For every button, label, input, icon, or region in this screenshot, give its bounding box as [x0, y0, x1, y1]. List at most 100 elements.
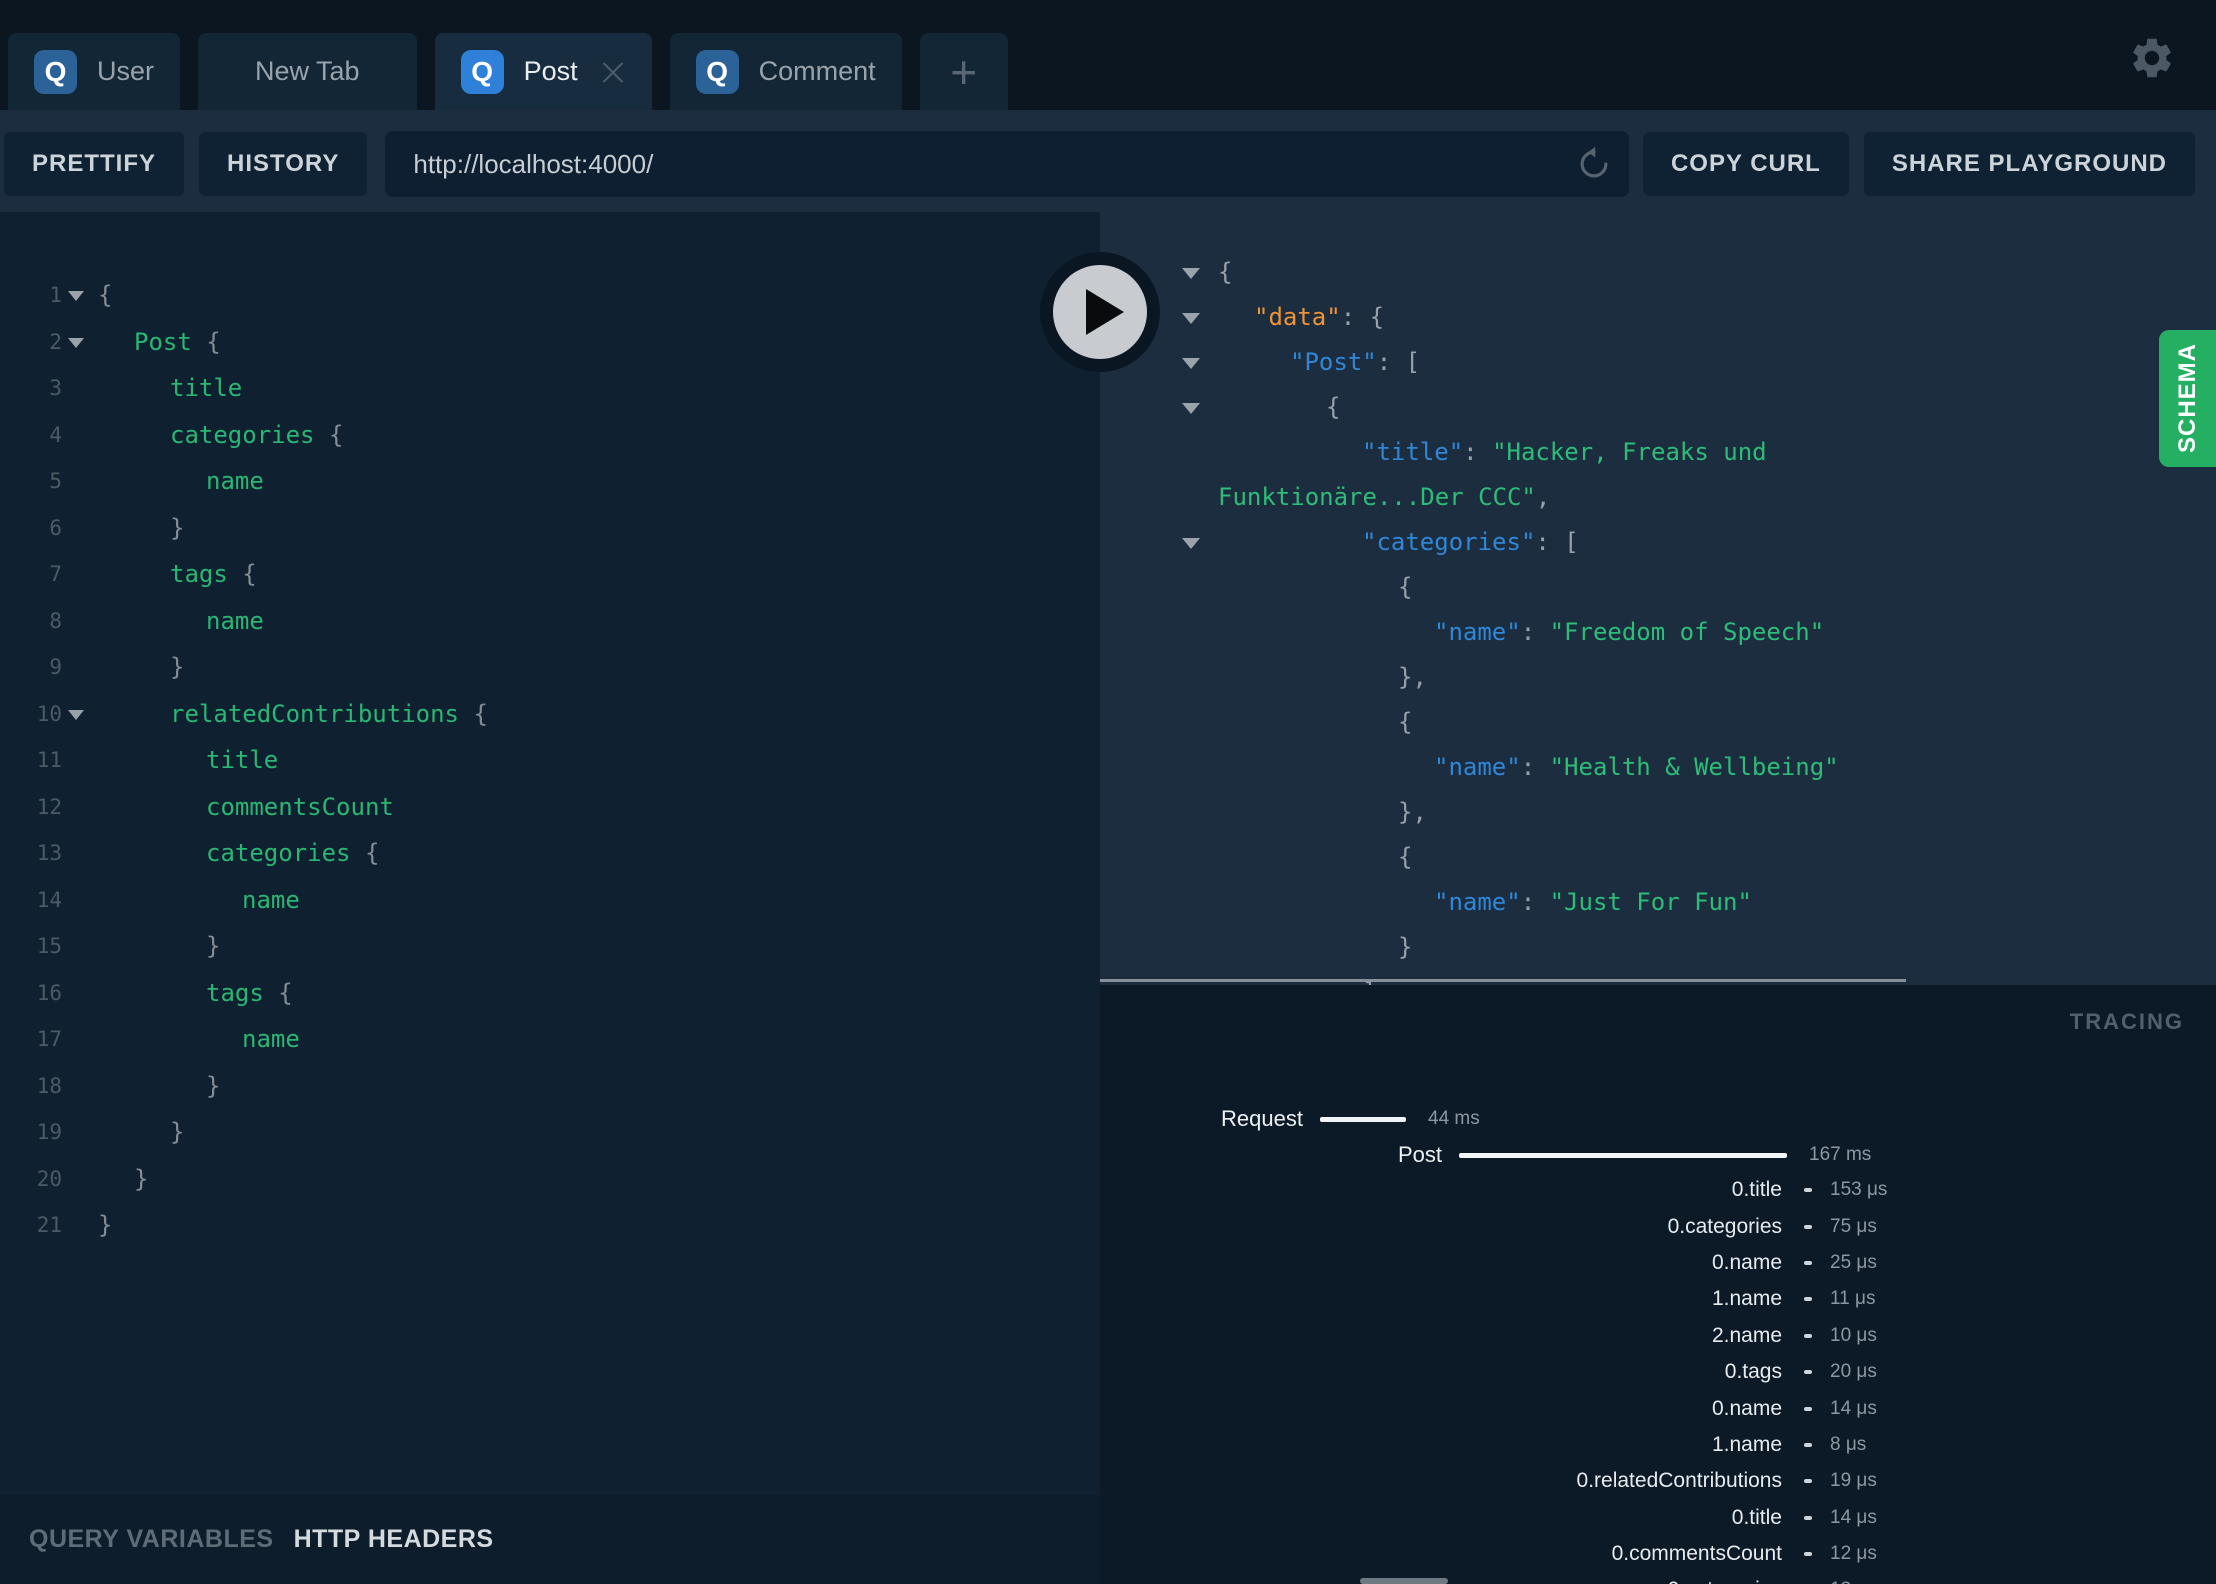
response-horizontal-scrollbar[interactable]	[1100, 979, 1906, 982]
response-code: "categories": [	[1362, 528, 1579, 556]
line-number: 8	[49, 608, 62, 633]
collapse-arrow-icon[interactable]	[1182, 313, 1200, 324]
editor-code: }	[170, 513, 185, 542]
fold-arrow-icon[interactable]	[68, 337, 84, 348]
tab-new-tab[interactable]: New Tab	[198, 33, 417, 110]
history-button[interactable]: HISTORY	[199, 132, 368, 196]
trace-resolver-duration: 11 μs	[1830, 1288, 1876, 1310]
line-number: 10	[36, 701, 62, 726]
tab-label: Post	[523, 56, 578, 86]
collapse-arrow-icon[interactable]	[1182, 268, 1200, 279]
trace-resolver-dash	[1804, 1442, 1812, 1447]
line-number: 12	[36, 794, 62, 819]
query-editor[interactable]: 1{2 Post {3 title 4 categories {5 name 6} 7 tags…	[0, 212, 1100, 1495]
editor-code: name	[206, 606, 264, 635]
editor-line: 6}	[0, 505, 1100, 552]
trace-resolver-label: 2.name	[1711, 1323, 1782, 1347]
editor-code: }	[206, 932, 221, 960]
editor-code: {	[98, 281, 113, 309]
query-variables-tab[interactable]: QUERY VARIABLES	[29, 1525, 274, 1554]
editor-code: tags {	[206, 978, 293, 1007]
line-number: 6	[49, 515, 62, 540]
response-line: }	[1100, 925, 2216, 970]
response-code: {	[1326, 393, 1341, 421]
close-icon[interactable]	[600, 59, 626, 85]
fold-arrow-icon[interactable]	[68, 291, 84, 301]
trace-span-duration: 167 ms	[1809, 1144, 1872, 1165]
line-number: 5	[49, 469, 62, 493]
editor-line: 12 commentsCount	[0, 784, 1100, 831]
tab-user[interactable]: Q User	[8, 33, 181, 110]
response-line: {	[1100, 250, 2216, 295]
execute-query-button[interactable]	[1040, 252, 1160, 372]
trace-resolver-duration: 14 μs	[1830, 1397, 1877, 1419]
http-headers-tab[interactable]: HTTP HEADERS	[294, 1525, 494, 1554]
response-code: {	[1398, 843, 1413, 871]
editor-line: 13 categories {	[0, 830, 1100, 877]
fold-arrow-icon[interactable]	[68, 709, 84, 720]
reload-icon[interactable]	[1575, 145, 1613, 183]
play-icon	[1086, 289, 1124, 335]
trace-resolver-duration: 75 μs	[1830, 1215, 1877, 1237]
response-line: },	[1100, 655, 2216, 700]
response-code: "data": {	[1254, 303, 1385, 331]
endpoint-url-wrap	[385, 131, 1629, 197]
response-line: {	[1100, 385, 2216, 430]
trace-resolver-label: 0.name	[1711, 1250, 1782, 1274]
editor-code: }	[98, 1211, 113, 1239]
editor-line: 16 tags {	[0, 970, 1100, 1017]
response-pane: {"data": {"Post": [{"title": "Hacker, Fr…	[1100, 212, 2216, 985]
trace-resolver-row: 0.categories13 μs	[1100, 1572, 2216, 1584]
trace-resolver-dash	[1804, 1188, 1812, 1193]
response-line: "categories": [	[1100, 520, 2216, 565]
response-line: ]	[1100, 970, 2216, 985]
response-code: {	[1398, 708, 1413, 736]
trace-resolver-duration: 25 μs	[1830, 1251, 1877, 1273]
endpoint-url-input[interactable]	[385, 148, 1629, 180]
response-line: {	[1100, 835, 2216, 880]
editor-line: 9}	[0, 644, 1100, 691]
editor-line: 10 relatedContributions {	[0, 691, 1100, 738]
gear-icon[interactable]	[2128, 34, 2176, 82]
editor-line: 15}	[0, 923, 1100, 970]
trace-resolver-label: 0.commentsCount	[1611, 1542, 1782, 1566]
trace-resolver-label: 0.name	[1711, 1396, 1782, 1420]
share-playground-button[interactable]: SHARE PLAYGROUND	[1863, 132, 2195, 196]
trace-resolvers: 0.title 153 μs 0.categories 75 μs 0.name 25 μ…	[1100, 1172, 2216, 1584]
trace-resolver-row: 0.name 25 μs	[1100, 1245, 2216, 1281]
tab-post[interactable]: Q Post	[434, 33, 652, 110]
trace-span-bar	[1320, 1116, 1406, 1122]
trace-resolver-duration: 8 μs	[1830, 1433, 1867, 1455]
toolbar: PRETTIFY HISTORY COPY CURL SHARE PLAYGRO…	[0, 110, 2216, 212]
trace-span-post: Post 167 ms	[1100, 1137, 2216, 1173]
copy-curl-button[interactable]: COPY CURL	[1642, 132, 1849, 196]
editor-line: 8 name	[0, 598, 1100, 645]
trace-resolver-dash	[1804, 1479, 1812, 1484]
editor-code: }	[170, 653, 185, 681]
collapse-arrow-icon[interactable]	[1182, 538, 1200, 549]
prettify-button[interactable]: PRETTIFY	[4, 132, 185, 196]
play-button-circle	[1053, 265, 1147, 359]
trace-resolver-dash	[1804, 1260, 1812, 1265]
tracing-scrollbar-thumb[interactable]	[1360, 1578, 1448, 1584]
tracing-panel: TRACING Request 44 ms Post 167 ms 0.title 15…	[1100, 985, 2216, 1584]
tab-list: Q User New Tab Q Post Q Comment	[8, 33, 920, 110]
tab-comment[interactable]: Q Comment	[669, 33, 902, 110]
line-number: 21	[36, 1213, 62, 1237]
line-number: 13	[36, 841, 62, 865]
collapse-arrow-icon[interactable]	[1182, 358, 1200, 369]
editor-line: 7 tags {	[0, 551, 1100, 598]
tracing-title: TRACING	[2069, 1009, 2184, 1034]
editor-line: 20}	[0, 1156, 1100, 1203]
collapse-arrow-icon[interactable]	[1182, 403, 1200, 414]
editor-line: 4 categories {	[0, 412, 1100, 459]
trace-span-request: Request 44 ms	[1100, 1101, 2216, 1137]
line-number: 15	[36, 934, 62, 958]
trace-resolver-row: 0.commentsCount 12 μs	[1100, 1536, 2216, 1572]
tab-label: New Tab	[255, 56, 360, 86]
add-tab-button[interactable]: +	[919, 33, 1008, 110]
schema-tab[interactable]: SCHEMA	[2159, 330, 2216, 467]
trace-resolver-duration: 12 μs	[1830, 1543, 1877, 1565]
editor-code: categories {	[170, 420, 344, 449]
tab-label: Comment	[758, 56, 876, 86]
